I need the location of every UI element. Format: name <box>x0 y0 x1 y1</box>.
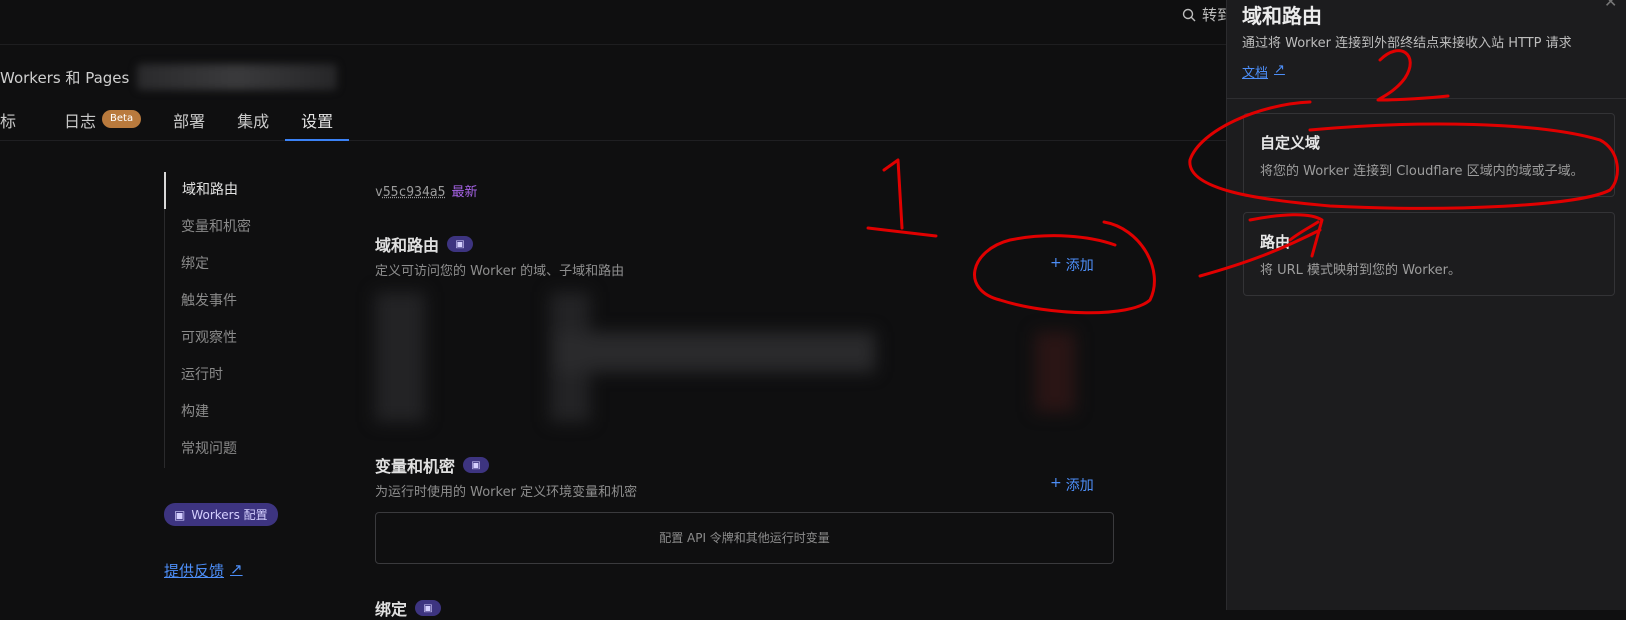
annotation-one <box>866 158 938 238</box>
annotation-circle-add <box>973 220 1156 315</box>
red-annotations <box>866 49 1619 315</box>
annotation-ellipse-custom-domain <box>1188 100 1619 210</box>
annotation-two <box>1376 49 1450 102</box>
annotation-arrow <box>1198 228 1322 278</box>
